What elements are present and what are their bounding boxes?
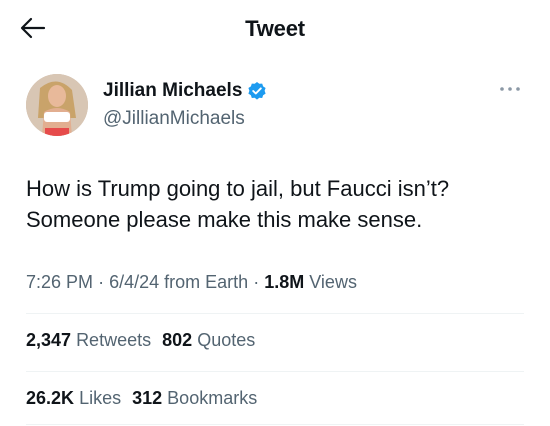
meta-separator: · bbox=[98, 272, 105, 292]
bookmarks-count: 312 bbox=[132, 388, 163, 408]
divider bbox=[26, 313, 524, 314]
stats-row-likes: 26.2K Likes 312 Bookmarks bbox=[26, 388, 263, 409]
avatar[interactable] bbox=[26, 74, 88, 136]
author-name-row: Jillian Michaels bbox=[103, 80, 267, 102]
divider bbox=[26, 371, 524, 372]
bookmarks-link[interactable]: 312 Bookmarks bbox=[132, 388, 257, 408]
author-handle[interactable]: @JillianMichaels bbox=[103, 108, 245, 130]
views-count: 1.8M bbox=[264, 272, 305, 292]
verified-badge-icon bbox=[247, 81, 267, 101]
likes-link[interactable]: 26.2K Likes bbox=[26, 388, 126, 408]
likes-count: 26.2K bbox=[26, 388, 75, 408]
divider bbox=[26, 424, 524, 425]
quotes-link[interactable]: 802 Quotes bbox=[162, 330, 255, 350]
bookmarks-label: Bookmarks bbox=[167, 388, 258, 408]
top-bar: Tweet bbox=[0, 0, 550, 60]
more-options-button[interactable] bbox=[498, 80, 522, 96]
retweets-label: Retweets bbox=[76, 330, 152, 350]
page-title: Tweet bbox=[245, 16, 305, 41]
tweet-time[interactable]: 7:26 PM bbox=[26, 272, 93, 292]
stats-row-reposts: 2,347 Retweets 802 Quotes bbox=[26, 330, 261, 351]
quotes-count: 802 bbox=[162, 330, 193, 350]
meta-separator: · bbox=[253, 272, 260, 292]
quotes-label: Quotes bbox=[197, 330, 256, 350]
retweets-count: 2,347 bbox=[26, 330, 72, 350]
tweet-meta: 7:26 PM · 6/4/24 from Earth · 1.8M Views bbox=[26, 272, 357, 293]
retweets-link[interactable]: 2,347 Retweets bbox=[26, 330, 156, 350]
tweet-text: How is Trump going to jail, but Faucci i… bbox=[26, 173, 526, 235]
tweet-line: How is Trump going to jail, but Faucci i… bbox=[26, 176, 450, 201]
likes-label: Likes bbox=[79, 388, 122, 408]
author-name[interactable]: Jillian Michaels bbox=[103, 80, 242, 102]
more-dots-icon bbox=[499, 79, 521, 97]
tweet-line: Someone please make this make sense. bbox=[26, 207, 423, 232]
views-label: Views bbox=[309, 272, 357, 292]
tweet-source: from Earth bbox=[164, 272, 249, 292]
tweet-date[interactable]: 6/4/24 bbox=[109, 272, 159, 292]
